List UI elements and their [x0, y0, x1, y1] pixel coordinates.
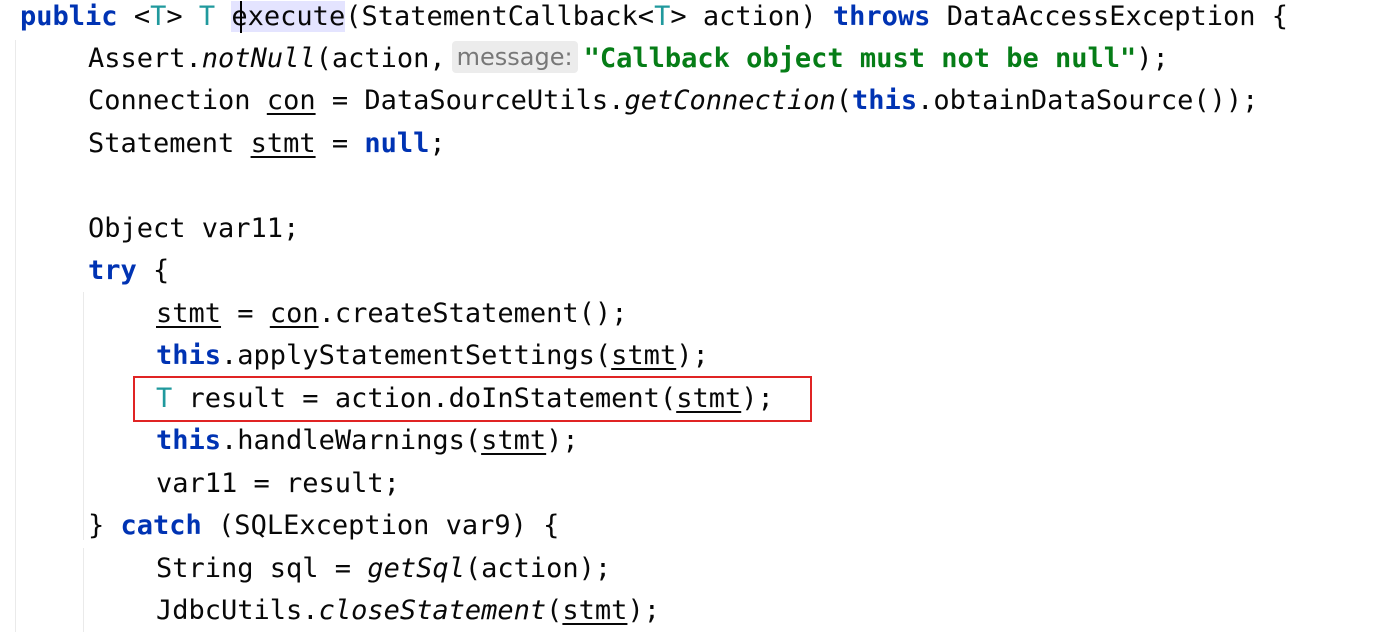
text-caret: [240, 1, 242, 33]
code-line-apply-settings: this.applyStatementSettings(stmt);: [156, 340, 709, 371]
code-line-try: try {: [88, 255, 170, 286]
highlight-annotation-box: [133, 376, 812, 422]
code-line-connection: Connection con = DataSourceUtils.getConn…: [88, 85, 1259, 116]
keyword-this: this: [852, 85, 918, 116]
code-line-method-signature: public <T> T execute(StatementCallback<T…: [20, 1, 1289, 32]
string-literal: "Callback object must not be null": [583, 43, 1137, 74]
code-line-statement: Statement stmt = null;: [88, 128, 446, 159]
code-line-create-statement: stmt = con.createStatement();: [156, 298, 628, 329]
keyword-throws: throws: [832, 1, 931, 32]
code-editor[interactable]: public <T> T execute(StatementCallback<T…: [0, 0, 1381, 632]
variable-con: con: [266, 85, 316, 116]
code-line-close-statement: JdbcUtils.closeStatement(stmt);: [156, 595, 660, 626]
indent-guide: [83, 548, 84, 632]
return-type: T: [198, 1, 216, 32]
parameter-hint: message:: [451, 41, 578, 73]
code-line-get-sql: String sql = getSql(action);: [156, 553, 612, 584]
indent-guide: [83, 292, 84, 540]
keyword-null: null: [364, 128, 430, 159]
method-call: notNull: [201, 43, 316, 74]
keyword-public: public: [20, 1, 118, 32]
keyword-try: try: [88, 255, 137, 286]
code-line-handle-warnings: this.handleWarnings(stmt);: [156, 425, 579, 456]
indent-guide: [15, 40, 16, 632]
variable-stmt: stmt: [250, 128, 316, 159]
code-line-var11-assign: var11 = result;: [156, 468, 400, 499]
code-line-catch: } catch (SQLException var9) {: [88, 510, 560, 541]
code-line-assert: Assert.notNull(action, message: "Callback …: [88, 41, 1169, 74]
keyword-catch: catch: [120, 510, 202, 541]
code-line-object-decl: Object var11;: [88, 213, 300, 244]
type-parameter: T: [150, 1, 167, 32]
method-call: getConnection: [624, 85, 836, 116]
method-name[interactable]: execute: [231, 1, 346, 32]
